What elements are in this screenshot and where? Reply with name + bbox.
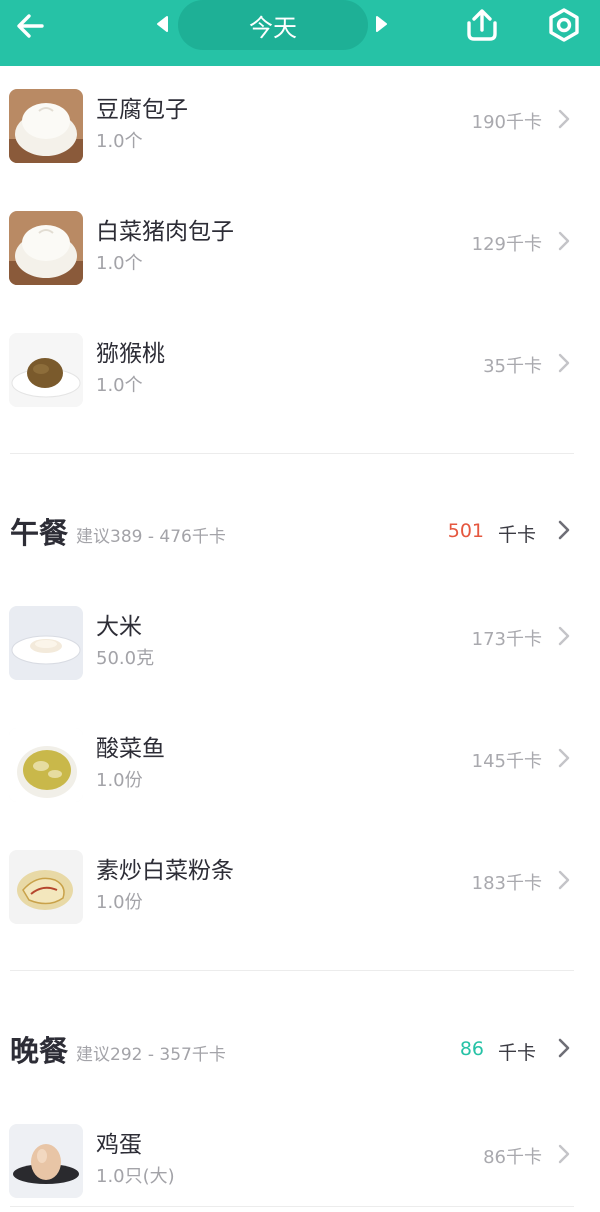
food-quantity: 1.0份 — [96, 892, 143, 913]
gear-icon — [549, 8, 579, 42]
settings-button[interactable] — [542, 4, 586, 46]
food-thumbnail — [9, 1124, 83, 1198]
food-thumbnail — [9, 850, 83, 924]
food-calories: 35千卡 — [483, 356, 542, 377]
meal-suggestion: 建议292 - 357千卡 — [76, 1045, 226, 1065]
soup-image — [9, 728, 83, 802]
bun-image — [9, 89, 83, 163]
food-quantity: 1.0个 — [96, 253, 143, 274]
food-row-tofu-bun[interactable]: 豆腐包子 1.0个 190千卡 — [0, 80, 600, 170]
food-name: 素炒白菜粉条 — [96, 858, 234, 884]
date-label: 今天 — [249, 13, 297, 42]
meal-total-calories: 501 — [447, 520, 484, 542]
dinner-header[interactable]: 晚餐 建议292 - 357千卡 86 千卡 — [0, 1023, 600, 1073]
meal-total-calories: 86 — [459, 1038, 484, 1060]
food-thumbnail — [9, 606, 83, 680]
food-quantity: 50.0克 — [96, 648, 155, 669]
food-quantity: 1.0个 — [96, 375, 143, 396]
triangle-left-icon — [157, 16, 168, 32]
meal-title: 午餐 — [10, 516, 69, 550]
meal-unit: 千卡 — [498, 1042, 537, 1064]
chevron-right-icon — [558, 1144, 570, 1164]
chevron-right-icon — [558, 231, 570, 251]
food-row-pickled-fish[interactable]: 酸菜鱼 1.0份 145千卡 — [0, 719, 600, 809]
chevron-right-icon — [558, 520, 570, 540]
food-row-egg[interactable]: 鸡蛋 1.0只(大) 86千卡 — [0, 1115, 600, 1205]
food-name: 大米 — [96, 614, 142, 640]
food-row-rice[interactable]: 大米 50.0克 173千卡 — [0, 597, 600, 687]
chevron-right-icon — [558, 353, 570, 373]
food-quantity: 1.0只(大) — [96, 1166, 175, 1187]
chevron-right-icon — [558, 626, 570, 646]
next-day-button[interactable] — [370, 10, 394, 38]
cabbage-image — [9, 850, 83, 924]
chevron-right-icon — [558, 748, 570, 768]
chevron-right-icon — [558, 109, 570, 129]
food-calories: 183千卡 — [471, 873, 542, 894]
share-button[interactable] — [460, 4, 504, 46]
upload-icon — [467, 9, 497, 41]
food-name: 猕猴桃 — [96, 341, 165, 367]
food-row-cabbage-pork-bun[interactable]: 白菜猪肉包子 1.0个 129千卡 — [0, 202, 600, 292]
previous-day-button[interactable] — [150, 10, 174, 38]
food-row-kiwi[interactable]: 猕猴桃 1.0个 35千卡 — [0, 324, 600, 414]
food-quantity: 1.0份 — [96, 770, 143, 791]
chevron-right-icon — [558, 1038, 570, 1058]
food-thumbnail — [9, 89, 83, 163]
food-calories: 145千卡 — [471, 751, 542, 772]
kiwi-image — [9, 333, 83, 407]
food-name: 鸡蛋 — [96, 1132, 142, 1158]
rice-image — [9, 606, 83, 680]
food-name: 酸菜鱼 — [96, 736, 165, 762]
food-name: 白菜猪肉包子 — [96, 219, 234, 245]
back-arrow-icon — [17, 14, 44, 38]
top-bar: 今天 — [0, 0, 600, 66]
egg-image — [9, 1124, 83, 1198]
section-divider — [10, 970, 574, 971]
food-thumbnail — [9, 728, 83, 802]
food-quantity: 1.0个 — [96, 131, 143, 152]
back-button[interactable] — [8, 6, 52, 46]
date-selector[interactable]: 今天 — [178, 0, 368, 50]
food-calories: 173千卡 — [471, 629, 542, 650]
section-divider — [10, 453, 574, 454]
triangle-right-icon — [376, 16, 387, 32]
food-calories: 190千卡 — [471, 112, 542, 133]
bun-image — [9, 211, 83, 285]
food-thumbnail — [9, 211, 83, 285]
meal-title: 晚餐 — [10, 1034, 69, 1068]
food-calories: 86千卡 — [483, 1147, 542, 1168]
lunch-header[interactable]: 午餐 建议389 - 476千卡 501 千卡 — [0, 505, 600, 555]
chevron-right-icon — [558, 870, 570, 890]
food-row-cabbage-noodles[interactable]: 素炒白菜粉条 1.0份 183千卡 — [0, 841, 600, 931]
meal-unit: 千卡 — [498, 524, 537, 546]
food-calories: 129千卡 — [471, 234, 542, 255]
meal-suggestion: 建议389 - 476千卡 — [76, 527, 226, 547]
food-thumbnail — [9, 333, 83, 407]
section-divider — [10, 1206, 574, 1207]
food-name: 豆腐包子 — [96, 97, 188, 123]
